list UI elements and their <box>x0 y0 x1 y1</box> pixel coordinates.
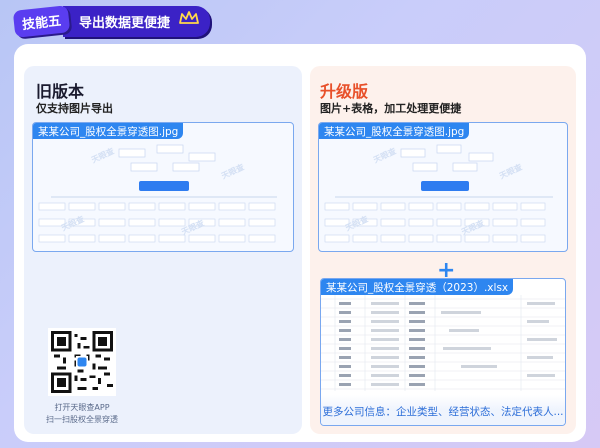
svg-text:天眼查: 天眼查 <box>220 161 247 181</box>
section-title-text: 导出数据更便捷 <box>79 15 171 31</box>
old-image-preview[interactable]: 某某公司_股权全景穿透图.jpg 天眼查 天眼查 天眼查 天眼查 <box>32 122 294 252</box>
svg-text:天眼查: 天眼查 <box>372 145 399 165</box>
qr-caption-line2: 扫一扫股权全景穿透 <box>46 415 118 424</box>
new-version-column: 升级版 图片+表格，加工处理更便捷 某某公司_股权全景穿透图.jpg 天眼查 天… <box>310 66 576 434</box>
new-version-subtitle: 图片+表格，加工处理更便捷 <box>320 102 462 115</box>
skill-tag: 技能五 <box>12 4 71 38</box>
old-version-heading: 旧版本 <box>36 82 85 101</box>
comparison-panel: 旧版本 仅支持图片导出 某某公司_股权全景穿透图.jpg 天眼查 天眼查 天眼查… <box>14 44 586 442</box>
excel-preview[interactable]: 某某公司_股权全景穿透（2023）.xlsx 更多公司信息：企业类型、经营状态、… <box>320 278 566 426</box>
crown-icon <box>179 10 199 24</box>
svg-text:天眼查: 天眼查 <box>90 145 117 165</box>
section-header: 技能五 导出数据更便捷 <box>12 4 211 38</box>
old-version-subtitle: 仅支持图片导出 <box>36 102 113 115</box>
svg-text:天眼查: 天眼查 <box>344 213 371 233</box>
svg-text:天眼查: 天眼查 <box>498 161 525 181</box>
more-company-info: 更多公司信息：企业类型、经营状态、法定代表人... <box>321 395 565 425</box>
equity-chart-thumbnail: 天眼查 天眼查 天眼查 天眼查 <box>38 144 277 243</box>
qr-code <box>48 328 116 396</box>
new-image-preview[interactable]: 某某公司_股权全景穿透图.jpg 天眼查 天眼查 天眼查 天眼查 <box>318 122 568 252</box>
old-version-column: 旧版本 仅支持图片导出 某某公司_股权全景穿透图.jpg 天眼查 天眼查 天眼查… <box>24 66 302 434</box>
section-title: 导出数据更便捷 <box>63 5 211 37</box>
svg-text:天眼查: 天眼查 <box>60 213 87 233</box>
new-version-heading: 升级版 <box>320 82 369 101</box>
equity-chart-thumbnail: 天眼查 天眼查 天眼查 天眼查 <box>324 144 553 243</box>
qr-caption-line1: 打开天眼查APP <box>54 403 110 412</box>
